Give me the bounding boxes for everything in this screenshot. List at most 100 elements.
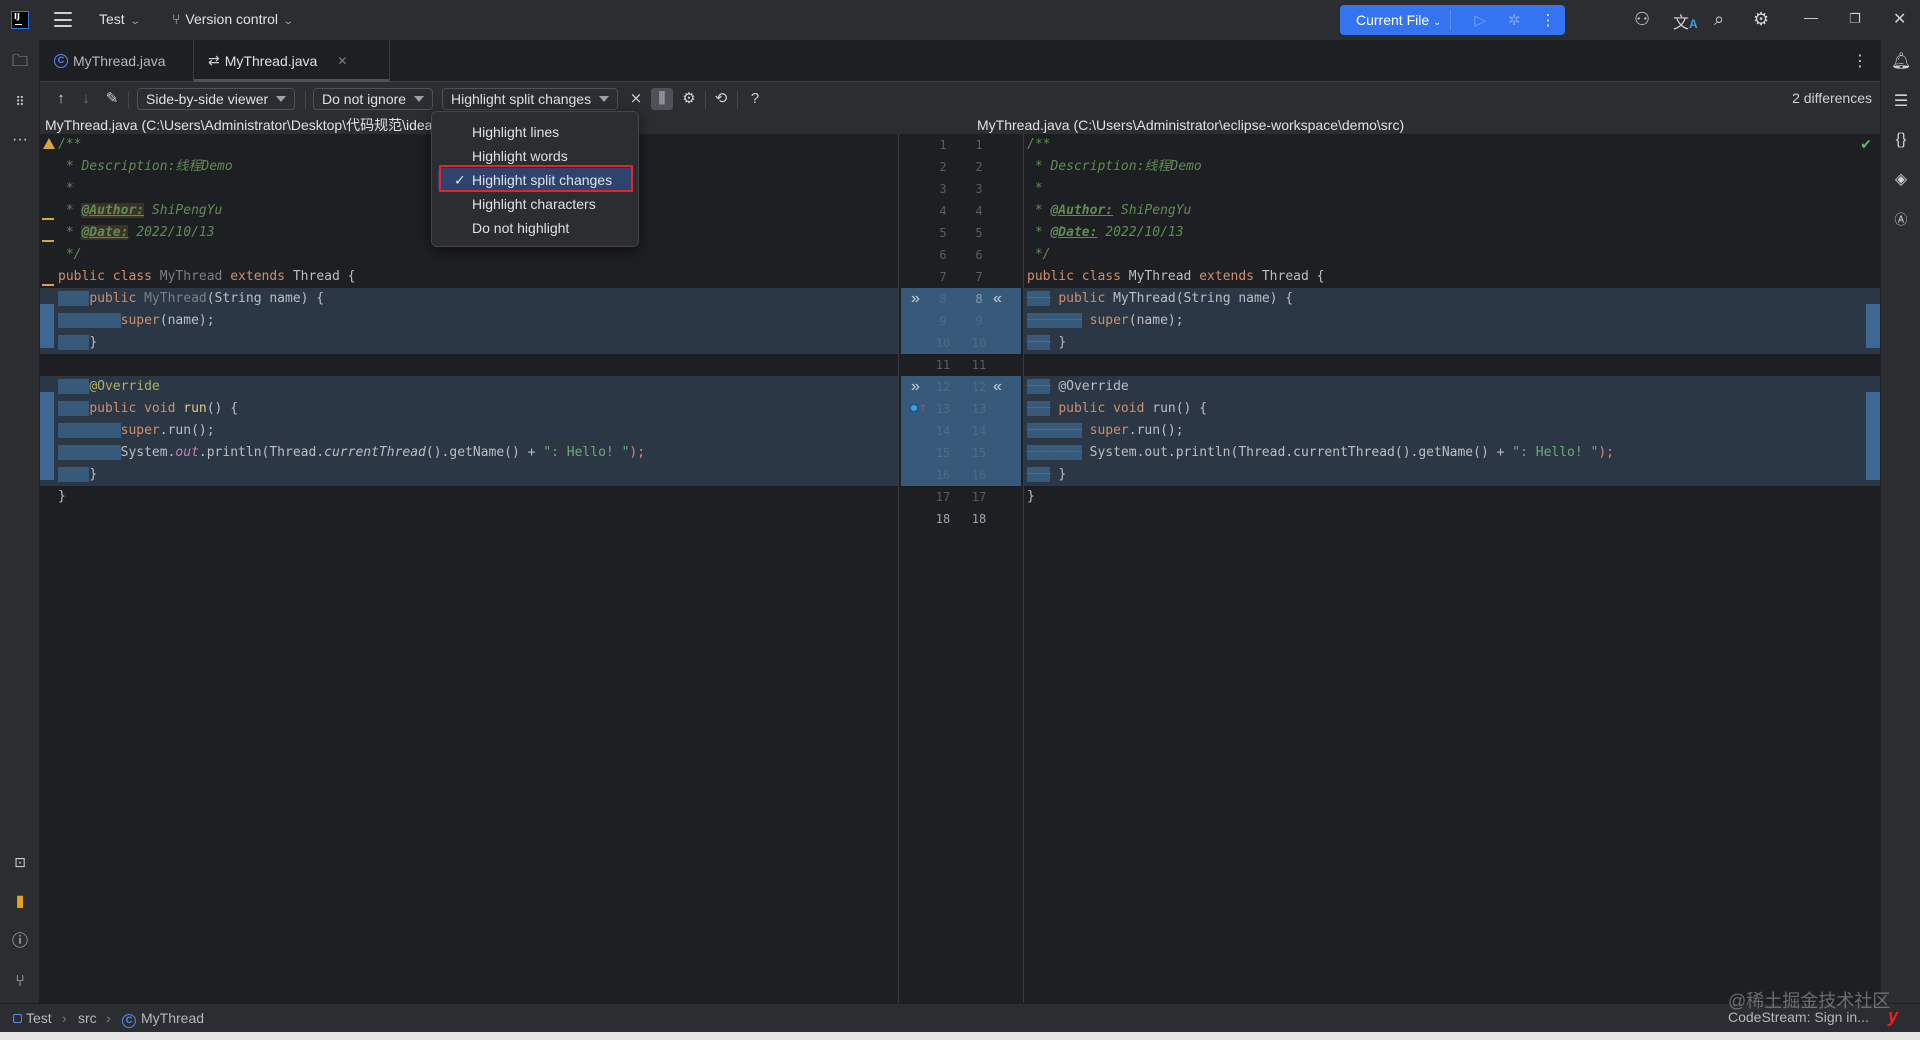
left-editor[interactable]: /** * Description:线程Demo * * @Author: Sh… — [40, 134, 898, 1003]
viewer-mode-dropdown[interactable]: Side-by-side viewer — [137, 88, 296, 110]
collapse-unchanged-icon[interactable]: ⨯ — [625, 88, 647, 110]
more-icon[interactable]: ⋮ — [1531, 11, 1565, 29]
selection-annotation-box — [439, 165, 633, 192]
whitespace-change — [58, 401, 90, 416]
code-line: * @Author: ShiPengYu — [1024, 200, 1880, 222]
line-number-right: 11 — [971, 358, 987, 372]
code-line: ─────── super(name); — [1024, 310, 1880, 332]
right-editor[interactable]: ✔ /** * Description:线程Demo * * @Author: … — [1024, 134, 1880, 1003]
comment: */ — [1027, 247, 1051, 262]
tab-whitespace: ─── — [1027, 335, 1051, 350]
terminal-icon[interactable]: ⊡ — [10, 852, 30, 872]
code-line: ─── } — [1024, 464, 1880, 486]
project-folder-icon[interactable]: 🗀 — [10, 52, 30, 72]
keyword: super — [1089, 423, 1129, 438]
structure-icon[interactable]: ⠿ — [10, 92, 30, 112]
previous-difference-icon[interactable]: ↑ — [50, 88, 72, 110]
line-number-left: 8 — [939, 292, 947, 306]
apply-left-icon[interactable]: » — [911, 376, 920, 398]
tab-mythread-diff[interactable]: ⇄ MyThread.java ✕ — [193, 40, 390, 82]
menu-item-do-not-highlight[interactable]: Do not highlight — [438, 216, 632, 240]
line-number-right: 1 — [975, 138, 983, 152]
close-tab-icon[interactable]: ✕ — [337, 54, 347, 68]
ignore-policy-label: Do not ignore — [322, 91, 407, 107]
whitespace-change — [58, 335, 90, 350]
project-name: Test — [99, 11, 125, 27]
code-text: ); — [1598, 445, 1615, 460]
version-control-selector[interactable]: ⑂ Version control ⌄ — [172, 11, 294, 27]
database-icon[interactable]: ☰ — [1891, 92, 1911, 112]
settings-icon[interactable]: ⚙ — [1753, 9, 1769, 30]
override-method-icon[interactable] — [909, 403, 919, 413]
edit-source-icon[interactable]: ✎ — [101, 88, 123, 110]
restore-icon[interactable]: ❐ — [1849, 11, 1861, 27]
git-icon[interactable]: ⑂ — [10, 972, 30, 992]
next-difference-icon[interactable]: ↓ — [75, 88, 97, 110]
tab-whitespace: ─── — [1027, 291, 1051, 306]
run-config-selector[interactable]: Current File ⌄ — [1340, 12, 1450, 28]
divider — [737, 91, 738, 109]
brace: } — [1027, 489, 1035, 504]
add-user-icon[interactable]: ⚇ — [1634, 9, 1650, 30]
static-field: out — [175, 445, 199, 460]
yandex-icon[interactable]: y — [1888, 1006, 1898, 1027]
brace: { — [1308, 269, 1325, 284]
minimize-icon[interactable]: — — [1804, 9, 1818, 25]
notifications-icon[interactable]: 🔔︎ — [1891, 52, 1911, 72]
comment: * — [58, 181, 74, 196]
code-line: } — [40, 332, 898, 354]
ai-assistant-icon[interactable]: ◈ — [1891, 170, 1911, 190]
tab-label: MyThread.java — [224, 52, 318, 69]
keyword: public — [89, 291, 137, 306]
code-text: .println(Thread. — [198, 445, 325, 460]
swap-sides-icon[interactable]: ⟲ — [710, 88, 732, 110]
more-tools-icon[interactable]: ··· — [10, 130, 30, 150]
tab-whitespace: ─────── — [1027, 313, 1082, 328]
run-config-label: Current File — [1356, 12, 1430, 28]
sync-scroll-icon[interactable]: ⫼ — [651, 88, 673, 110]
keyword: public — [1058, 291, 1106, 306]
json-braces-icon[interactable]: {} — [1891, 130, 1911, 150]
tab-whitespace: ─── — [1027, 401, 1051, 416]
tab-whitespace: ─────── — [1027, 445, 1082, 460]
main-menu-icon[interactable] — [54, 12, 72, 27]
app-logo-icon[interactable]: IJ — [11, 11, 29, 29]
brace: } — [89, 335, 98, 350]
code-line: public class MyThread extends Thread { — [40, 266, 898, 288]
javadoc-tag: @Author: — [81, 203, 145, 218]
javadoc-tag: @Date: — [81, 225, 129, 240]
breadcrumb-class[interactable]: C MyThread — [122, 1009, 204, 1028]
help-button[interactable]: ? — [744, 88, 766, 110]
keyword: public — [1027, 269, 1074, 284]
codestream-status[interactable]: CodeStream: Sign in... — [1728, 1009, 1869, 1025]
line-number-right: 4 — [975, 204, 983, 218]
breadcrumb-project[interactable]: Test — [13, 1009, 52, 1027]
run-icon[interactable]: ▷ — [1463, 11, 1497, 29]
code-line: ─── } — [1024, 332, 1880, 354]
keyword: public — [58, 269, 105, 284]
debug-icon[interactable]: ✲ — [1497, 11, 1531, 29]
ignore-policy-dropdown[interactable]: Do not ignore — [313, 88, 434, 110]
menu-item-highlight-characters[interactable]: Highlight characters — [438, 192, 632, 216]
breadcrumb-src[interactable]: src — [78, 1009, 97, 1027]
viewer-mode-label: Side-by-side viewer — [146, 91, 269, 107]
highlight-policy-dropdown[interactable]: Highlight split changes — [442, 88, 619, 110]
line-number-left: 13 — [935, 402, 951, 416]
translate-icon[interactable]: 文A — [1673, 9, 1698, 33]
keyword: super — [1089, 313, 1129, 328]
search-icon[interactable]: ⌕ — [1714, 9, 1724, 30]
diff-settings-icon[interactable]: ⚙ — [678, 88, 700, 110]
tab-mythread-java[interactable]: C MyThread.java — [40, 40, 193, 81]
translate-book-icon[interactable]: Ⓐ — [1891, 210, 1911, 230]
close-icon[interactable]: ✕ — [1893, 9, 1906, 29]
code-text: (name); — [159, 313, 215, 328]
apply-left-icon[interactable]: » — [911, 288, 920, 310]
project-selector[interactable]: Test ⌄ — [99, 11, 141, 27]
line-number-left: 18 — [935, 512, 951, 526]
codestream-icon[interactable]: ▮ — [10, 892, 30, 912]
problems-icon[interactable]: ⓘ — [10, 932, 30, 952]
line-number-right: 10 — [971, 336, 987, 350]
tabs-more-icon[interactable]: ⋮ — [1852, 51, 1868, 71]
line-number-left: 12 — [935, 380, 951, 394]
menu-item-highlight-lines[interactable]: Highlight lines — [438, 120, 632, 144]
